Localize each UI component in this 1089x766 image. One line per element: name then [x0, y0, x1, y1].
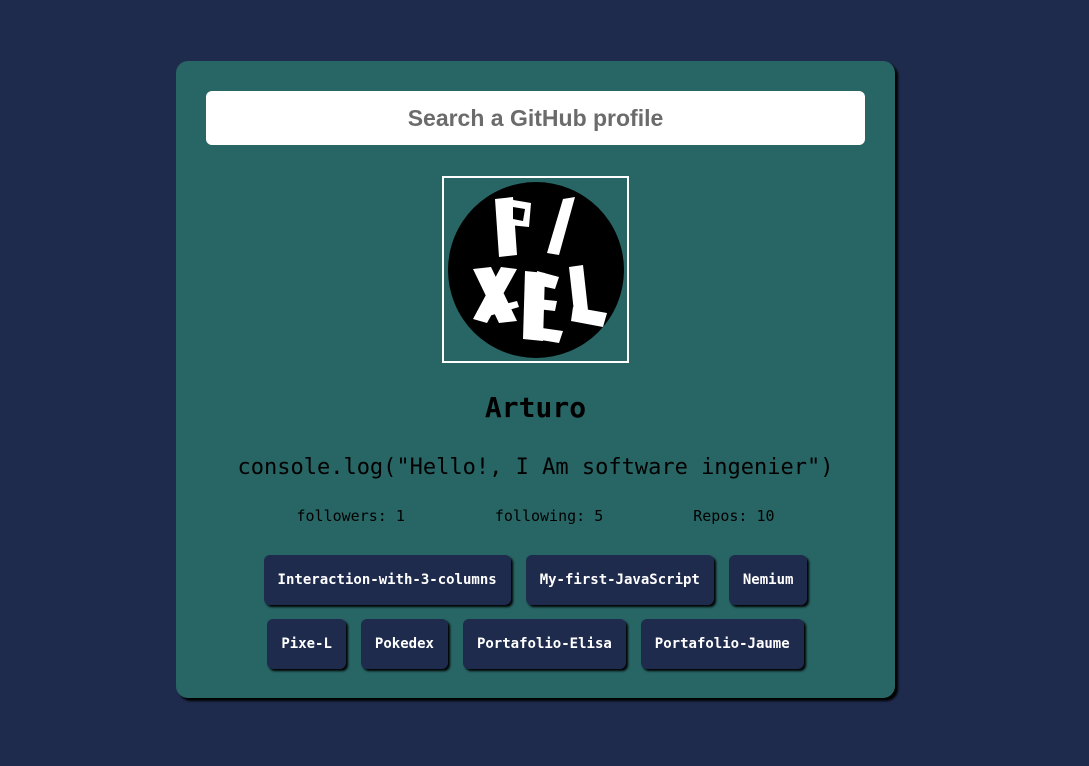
repo-button[interactable]: My-first-JavaScript: [525, 555, 714, 605]
repo-button[interactable]: Portafolio-Jaume: [640, 619, 804, 669]
following-count: following: 5: [494, 507, 604, 525]
repos-count: Repos: 10: [693, 507, 775, 525]
repo-list: Interaction-with-3-columns My-first-Java…: [176, 555, 895, 669]
profile-name: Arturo: [484, 391, 587, 424]
search-container: [206, 91, 865, 145]
pixel-logo-avatar-icon: [447, 181, 624, 358]
profile-bio: console.log("Hello!, I Am software ingen…: [237, 455, 834, 480]
repo-button[interactable]: Interaction-with-3-columns: [263, 555, 511, 605]
repo-button[interactable]: Nemium: [728, 555, 808, 605]
repo-button[interactable]: Portafolio-Elisa: [462, 619, 626, 669]
avatar: [442, 176, 629, 363]
repo-button[interactable]: Pixe-L: [267, 619, 346, 669]
followers-count: followers: 1: [296, 507, 405, 525]
profile-card: Arturo console.log("Hello!, I Am softwar…: [176, 61, 895, 698]
repo-button[interactable]: Pokedex: [360, 619, 448, 669]
search-input[interactable]: [206, 91, 865, 145]
profile-stats: followers: 1 following: 5 Repos: 10: [176, 507, 895, 525]
